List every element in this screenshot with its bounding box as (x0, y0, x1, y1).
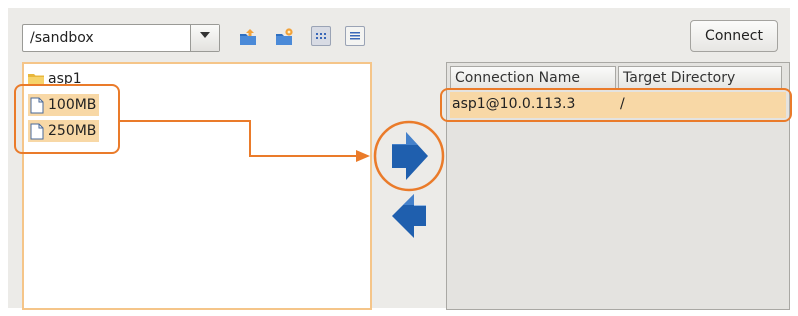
row-highlight-ring (440, 88, 792, 122)
connect-button[interactable]: Connect (690, 20, 778, 52)
column-header-connection-name[interactable]: Connection Name (450, 66, 616, 90)
arrow-left-icon[interactable] (392, 194, 426, 238)
column-header-target-directory[interactable]: Target Directory (618, 66, 782, 90)
arrow-right-icon[interactable] (392, 132, 428, 180)
